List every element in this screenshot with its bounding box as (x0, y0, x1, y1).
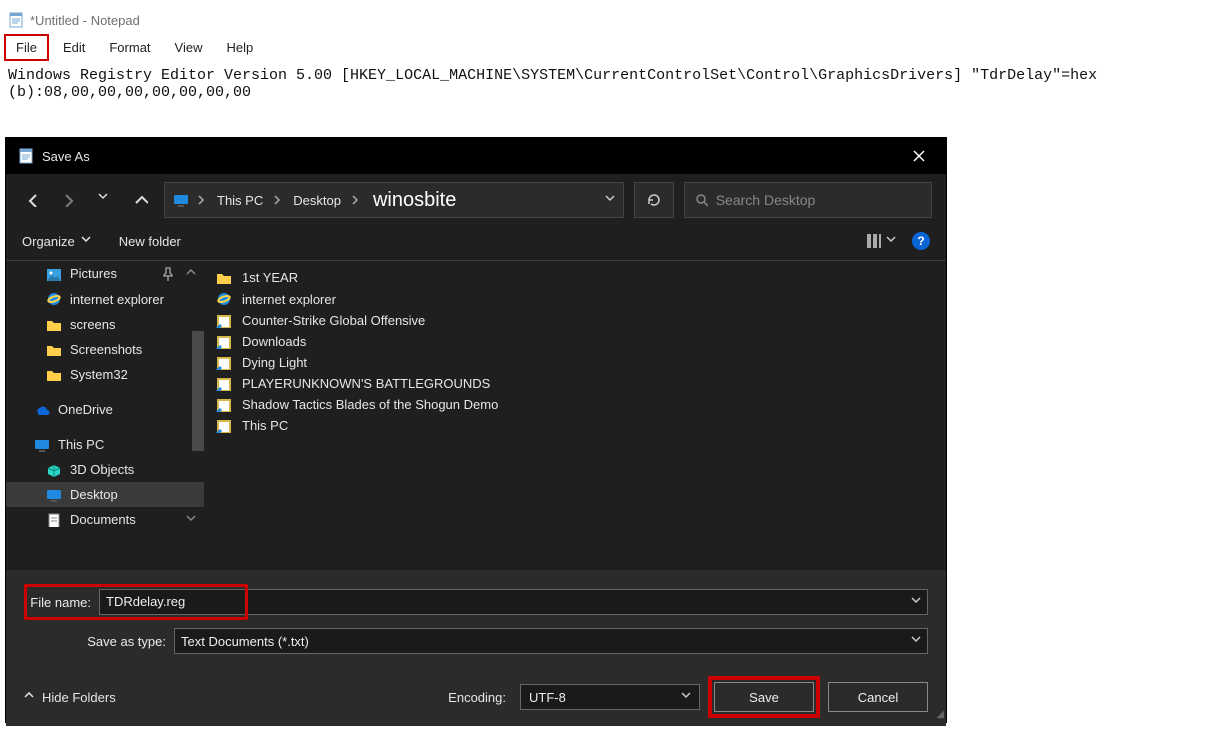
filename-input-ext[interactable] (248, 589, 928, 615)
menu-file[interactable]: File (4, 34, 49, 61)
shortcut-icon (216, 377, 232, 391)
breadcrumb-thispc[interactable]: This PC (213, 193, 267, 208)
tree-desktop[interactable]: Desktop (6, 482, 204, 507)
chevron-right-icon (197, 195, 207, 205)
nav-forward[interactable] (56, 187, 82, 213)
tree-3dobjects[interactable]: 3D Objects (6, 457, 204, 482)
menu-format[interactable]: Format (99, 36, 160, 59)
tree-pictures[interactable]: Pictures (6, 261, 204, 286)
main-panes: Pictures internet explorer screens Scree… (6, 260, 946, 570)
notepad-icon (8, 12, 24, 28)
chevron-right-icon (273, 195, 283, 205)
encoding-select[interactable]: UTF-8 (520, 684, 700, 710)
chevron-down-icon (681, 692, 691, 702)
footer: Hide Folders Encoding: UTF-8 Save Cancel (6, 672, 946, 726)
view-options[interactable] (866, 233, 896, 249)
refresh-button[interactable] (634, 182, 674, 218)
saveas-title: Save As (42, 149, 90, 164)
monitor-icon (173, 193, 191, 207)
list-item[interactable]: Shadow Tactics Blades of the Shogun Demo (216, 394, 934, 415)
organize-button[interactable]: Organize (22, 234, 91, 249)
list-item[interactable]: Counter-Strike Global Offensive (216, 310, 934, 331)
close-button[interactable] (904, 141, 934, 171)
nav-up[interactable] (128, 187, 154, 213)
nav-tree[interactable]: Pictures internet explorer screens Scree… (6, 261, 204, 570)
notepad-window: *Untitled - Notepad File Edit Format Vie… (0, 8, 1221, 105)
tree-screens[interactable]: screens (6, 312, 204, 337)
save-as-dialog: Save As This PC Desktop winosbite Org (6, 138, 946, 722)
filename-label: File name: (27, 595, 99, 610)
notepad-menubar: File Edit Format View Help (0, 32, 1221, 63)
hide-folders-button[interactable]: Hide Folders (24, 690, 116, 705)
ie-icon (216, 291, 232, 307)
saveastype-label: Save as type: (24, 634, 174, 649)
chevron-right-icon (351, 195, 361, 205)
form-area: File name: Save as type: Text Documents … (6, 570, 946, 672)
nav-back[interactable] (20, 187, 46, 213)
breadcrumb-desktop[interactable]: Desktop (289, 193, 345, 208)
shortcut-icon (216, 419, 232, 433)
tree-system32[interactable]: System32 (6, 362, 204, 387)
list-item[interactable]: This PC (216, 415, 934, 436)
list-item[interactable]: 1st YEAR (216, 267, 934, 288)
tree-thispc[interactable]: This PC (6, 432, 204, 457)
menu-edit[interactable]: Edit (53, 36, 95, 59)
save-button[interactable]: Save (714, 682, 814, 712)
encoding-label: Encoding: (448, 690, 506, 705)
chevron-down-icon (186, 515, 196, 525)
tree-onedrive[interactable]: OneDrive (6, 397, 204, 422)
tree-ie[interactable]: internet explorer (6, 286, 204, 312)
breadcrumb-leaf[interactable]: winosbite (367, 189, 456, 212)
search-box[interactable] (684, 182, 932, 218)
saveas-titlebar: Save As (6, 138, 946, 174)
shortcut-icon (216, 398, 232, 412)
chevron-up-icon (186, 269, 196, 279)
list-item[interactable]: Dying Light (216, 352, 934, 373)
notepad-icon (18, 148, 34, 164)
shortcut-icon (216, 356, 232, 370)
pin-icon (160, 267, 174, 281)
chevron-down-icon[interactable] (911, 597, 921, 607)
filename-input[interactable] (106, 594, 239, 609)
chevron-down-icon (911, 636, 921, 646)
notepad-title: *Untitled - Notepad (30, 13, 140, 28)
nav-row: This PC Desktop winosbite (6, 174, 946, 226)
shortcut-icon (216, 335, 232, 349)
tree-documents[interactable]: Documents (6, 507, 204, 532)
address-history-dropdown[interactable] (605, 195, 615, 205)
chevron-up-icon (24, 692, 34, 702)
address-bar[interactable]: This PC Desktop winosbite (164, 182, 624, 218)
saveastype-select[interactable]: Text Documents (*.txt) (174, 628, 928, 654)
cancel-button[interactable]: Cancel (828, 682, 928, 712)
list-item[interactable]: Downloads (216, 331, 934, 352)
new-folder-button[interactable]: New folder (119, 234, 181, 249)
chevron-down-icon (81, 236, 91, 246)
file-list[interactable]: 1st YEAR internet explorer Counter-Strik… (204, 261, 946, 570)
tree-scrollbar[interactable] (192, 331, 204, 451)
help-button[interactable]: ? (912, 232, 930, 250)
search-input[interactable] (716, 192, 921, 208)
resize-grip[interactable]: ◢ (936, 709, 944, 720)
shortcut-icon (216, 314, 232, 328)
menu-view[interactable]: View (165, 36, 213, 59)
tree-screenshots[interactable]: Screenshots (6, 337, 204, 362)
toolbar: Organize New folder ? (6, 226, 946, 260)
menu-help[interactable]: Help (216, 36, 263, 59)
folder-icon (216, 271, 232, 285)
notepad-titlebar: *Untitled - Notepad (0, 8, 1221, 32)
list-item[interactable]: internet explorer (216, 288, 934, 310)
notepad-content[interactable]: Windows Registry Editor Version 5.00 [HK… (0, 63, 1221, 105)
nav-recent[interactable] (92, 187, 118, 213)
search-icon (695, 193, 708, 207)
list-item[interactable]: PLAYERUNKNOWN'S BATTLEGROUNDS (216, 373, 934, 394)
